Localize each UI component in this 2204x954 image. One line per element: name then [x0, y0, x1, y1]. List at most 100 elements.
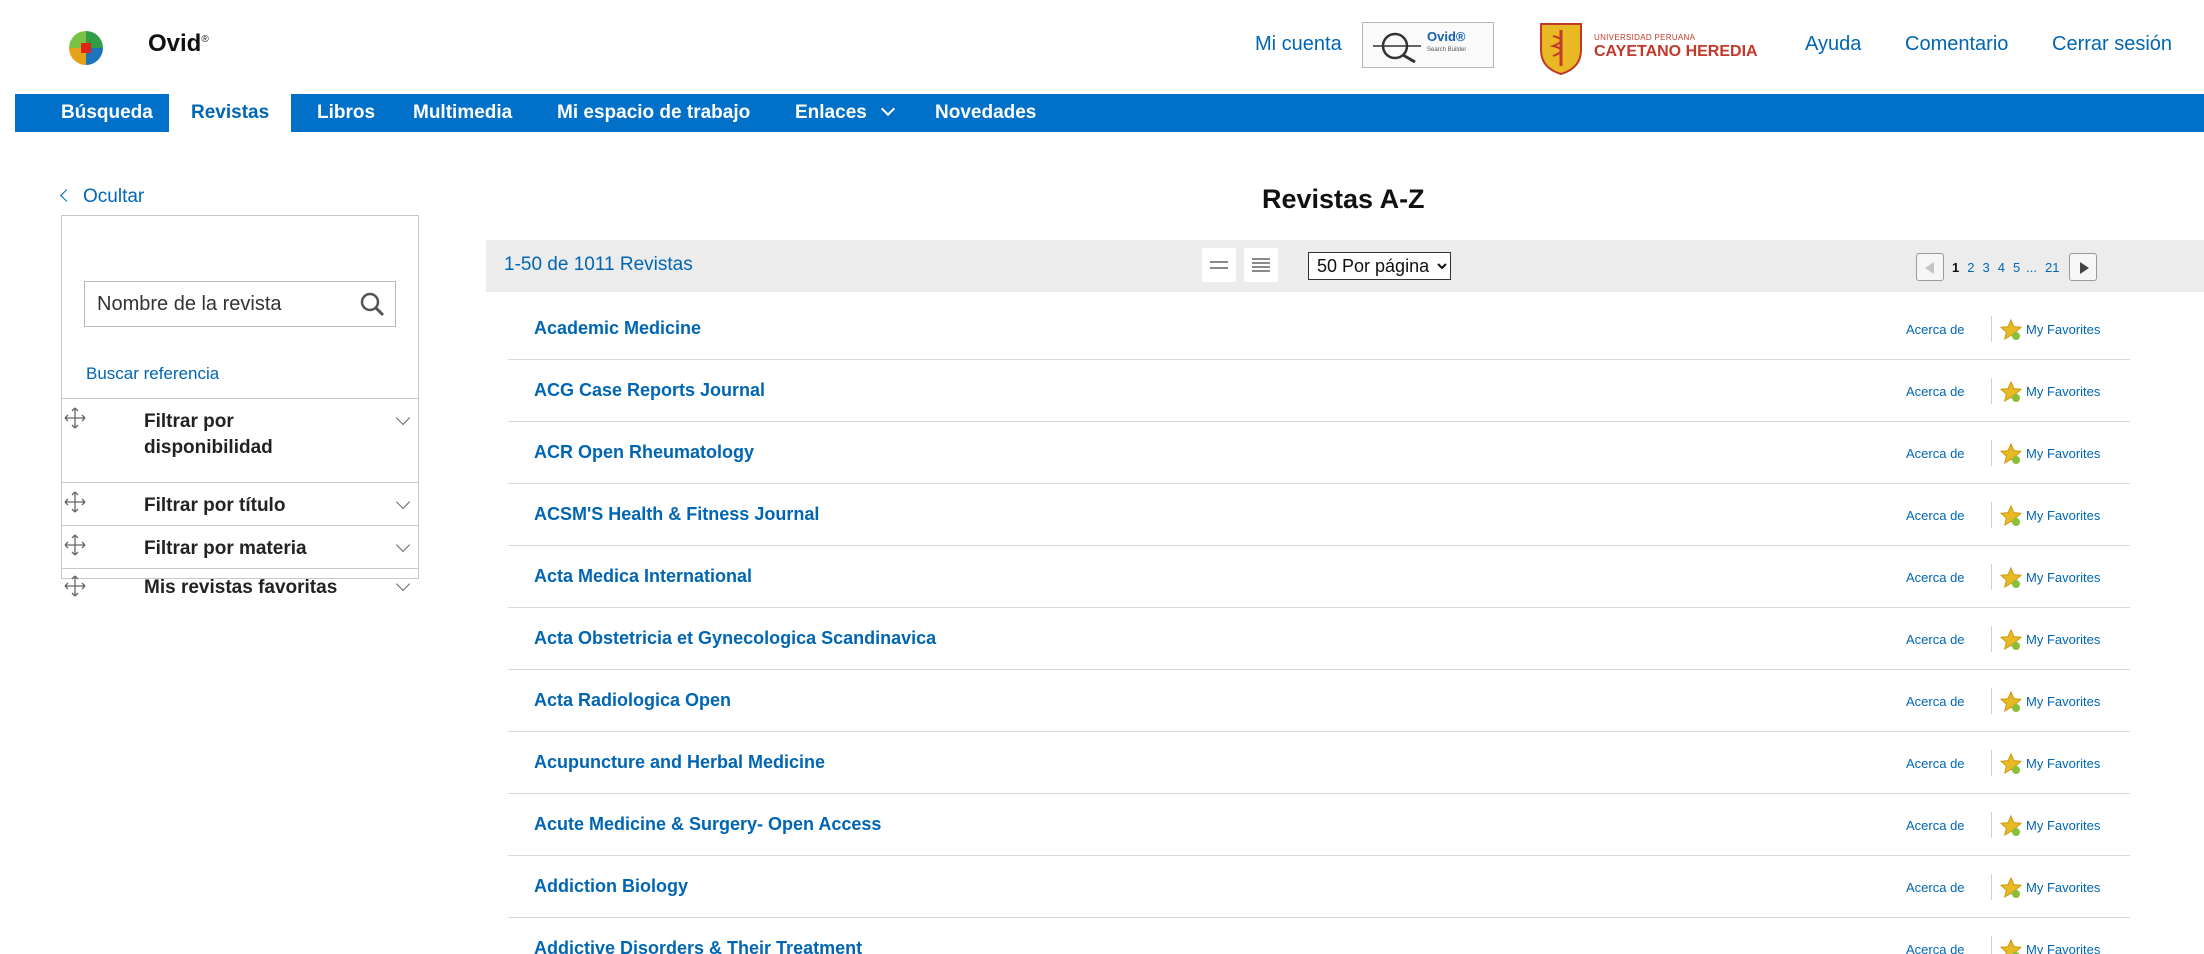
star-icon[interactable] — [1999, 938, 2023, 954]
my-favorites-link[interactable]: My Favorites — [2026, 942, 2100, 954]
my-favorites-link[interactable]: My Favorites — [2026, 384, 2100, 399]
find-citation-link[interactable]: Buscar referencia — [86, 364, 219, 384]
about-link[interactable]: Acerca de — [1906, 942, 1965, 954]
my-favorites-link[interactable]: My Favorites — [2026, 446, 2100, 461]
wolters-kluwer-globe-icon[interactable] — [68, 30, 104, 66]
nav-search[interactable]: Búsqueda — [61, 94, 153, 132]
filter-title[interactable]: Filtrar por título — [62, 482, 418, 525]
about-link[interactable]: Acerca de — [1906, 818, 1965, 833]
shield-crest-icon[interactable] — [1537, 20, 1585, 76]
star-icon[interactable] — [1999, 814, 2023, 838]
search-icon[interactable] — [359, 291, 385, 317]
my-favorites-link[interactable]: My Favorites — [2026, 570, 2100, 585]
my-favorites-link[interactable]: My Favorites — [2026, 818, 2100, 833]
about-link[interactable]: Acerca de — [1906, 880, 1965, 895]
star-icon[interactable] — [1999, 566, 2023, 590]
magnifier-icon — [1373, 32, 1421, 63]
filter-favorites[interactable]: Mis revistas favoritas — [62, 568, 418, 598]
page-link[interactable]: 4 — [1998, 260, 2005, 275]
brand-name[interactable]: Ovid® — [148, 30, 209, 58]
divider — [1991, 626, 1992, 652]
journal-title-link[interactable]: Acupuncture and Herbal Medicine — [534, 752, 825, 773]
journal-title-link[interactable]: ACSM'S Health & Fitness Journal — [534, 504, 819, 525]
nav-journals[interactable]: Revistas — [169, 94, 292, 132]
star-icon[interactable] — [1999, 380, 2023, 404]
journal-search-box — [84, 281, 396, 327]
list-compact-icon[interactable] — [1202, 248, 1236, 282]
about-link[interactable]: Acerca de — [1906, 694, 1965, 709]
filter-label: Filtrar por disponibilidad — [144, 411, 273, 458]
page-link[interactable]: 5 — [2013, 260, 2020, 275]
per-page-select[interactable]: 50 Por página — [1308, 252, 1451, 280]
page-current: 1 — [1952, 259, 1960, 275]
journal-title-link[interactable]: Acta Obstetricia et Gynecologica Scandin… — [534, 628, 936, 649]
previous-page-icon[interactable] — [1916, 253, 1944, 281]
journal-title-link[interactable]: Addiction Biology — [534, 876, 688, 897]
about-link[interactable]: Acerca de — [1906, 570, 1965, 585]
nav-links[interactable]: Enlaces — [795, 94, 895, 132]
page-link-last[interactable]: 21 — [2045, 260, 2059, 275]
chevron-down-icon — [395, 494, 411, 510]
divider — [1991, 812, 1992, 838]
journal-title-link[interactable]: Academic Medicine — [534, 318, 701, 339]
institution-name: CAYETANO HEREDIA — [1594, 43, 1758, 60]
hide-sidebar-link[interactable]: Ocultar — [60, 186, 144, 208]
my-favorites-link[interactable]: My Favorites — [2026, 322, 2100, 337]
star-icon[interactable] — [1999, 752, 2023, 776]
journal-title-link[interactable]: ACG Case Reports Journal — [534, 380, 765, 401]
help-link[interactable]: Ayuda — [1805, 33, 1861, 56]
chevron-left-icon — [60, 189, 73, 202]
about-link[interactable]: Acerca de — [1906, 322, 1965, 337]
search-builder-logo[interactable]: Ovid® Search Builder — [1362, 22, 1494, 68]
list-expanded-icon[interactable] — [1244, 248, 1278, 282]
journal-search-input[interactable] — [85, 282, 345, 326]
journal-title-link[interactable]: Addictive Disorders & Their Treatment — [534, 938, 862, 954]
move-icon[interactable] — [64, 534, 86, 556]
star-icon[interactable] — [1999, 442, 2023, 466]
journal-row: Acta Radiologica Open Acerca de My Favor… — [508, 670, 2130, 732]
chevron-down-icon — [395, 576, 411, 592]
top-header: Ovid® Mi cuenta Ovid® Search Builder UNI… — [0, 0, 2204, 94]
about-link[interactable]: Acerca de — [1906, 632, 1965, 647]
move-icon[interactable] — [64, 491, 86, 513]
nav-whats-new[interactable]: Novedades — [935, 94, 1036, 132]
move-icon[interactable] — [64, 407, 86, 429]
my-favorites-link[interactable]: My Favorites — [2026, 508, 2100, 523]
star-icon[interactable] — [1999, 628, 2023, 652]
next-page-icon[interactable] — [2069, 253, 2098, 281]
logout-link[interactable]: Cerrar sesión — [2052, 33, 2172, 56]
main-nav: Búsqueda Revistas Libros Multimedia Mi e… — [15, 94, 2204, 132]
journal-row: Acta Obstetricia et Gynecologica Scandin… — [508, 608, 2130, 670]
my-favorites-link[interactable]: My Favorites — [2026, 632, 2100, 647]
my-favorites-link[interactable]: My Favorites — [2026, 880, 2100, 895]
about-link[interactable]: Acerca de — [1906, 508, 1965, 523]
about-link[interactable]: Acerca de — [1906, 384, 1965, 399]
journal-row: Acupuncture and Herbal Medicine Acerca d… — [508, 732, 2130, 794]
journal-row: ACSM'S Health & Fitness Journal Acerca d… — [508, 484, 2130, 546]
nav-books[interactable]: Libros — [317, 94, 375, 132]
my-favorites-link[interactable]: My Favorites — [2026, 694, 2100, 709]
journal-title-link[interactable]: Acute Medicine & Surgery- Open Access — [534, 814, 881, 835]
star-icon[interactable] — [1999, 504, 2023, 528]
filter-availability[interactable]: Filtrar por disponibilidad — [62, 398, 418, 482]
journal-list: Academic Medicine Acerca de My Favorites… — [508, 298, 2130, 954]
journal-title-link[interactable]: Acta Medica International — [534, 566, 752, 587]
journal-title-link[interactable]: ACR Open Rheumatology — [534, 442, 754, 463]
move-icon[interactable] — [64, 575, 86, 597]
star-icon[interactable] — [1999, 318, 2023, 342]
journal-title-link[interactable]: Acta Radiologica Open — [534, 690, 731, 711]
filter-subject[interactable]: Filtrar por materia — [62, 525, 418, 568]
journal-row: Acute Medicine & Surgery- Open Access Ac… — [508, 794, 2130, 856]
about-link[interactable]: Acerca de — [1906, 756, 1965, 771]
page-link[interactable]: 2 — [1967, 260, 1974, 275]
about-link[interactable]: Acerca de — [1906, 446, 1965, 461]
feedback-link[interactable]: Comentario — [1905, 33, 2008, 56]
my-favorites-link[interactable]: My Favorites — [2026, 756, 2100, 771]
nav-workspace[interactable]: Mi espacio de trabajo — [557, 94, 750, 132]
star-icon[interactable] — [1999, 876, 2023, 900]
nav-multimedia[interactable]: Multimedia — [413, 94, 512, 132]
page-link[interactable]: 3 — [1982, 260, 1989, 275]
star-icon[interactable] — [1999, 690, 2023, 714]
chevron-down-icon — [880, 101, 895, 117]
my-account-link[interactable]: Mi cuenta — [1255, 33, 1342, 56]
